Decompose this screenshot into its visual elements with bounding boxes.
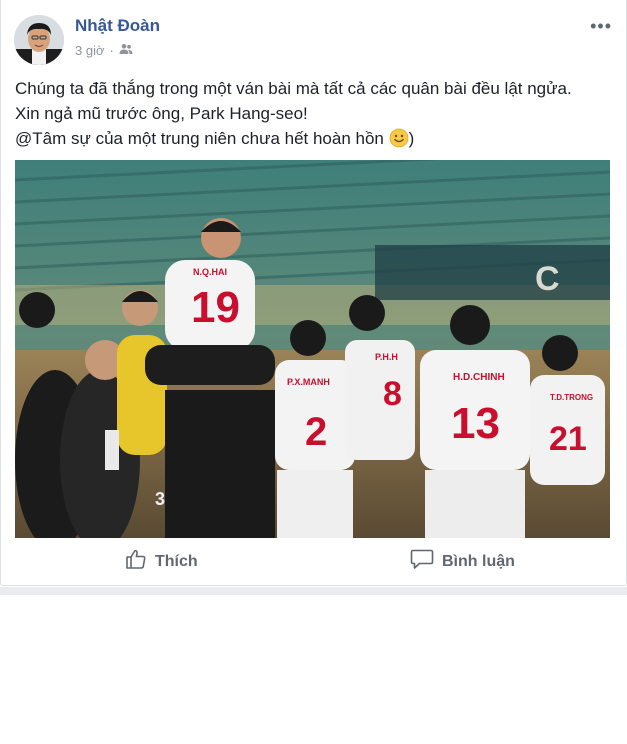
smile-emoji-icon: [389, 128, 409, 155]
post-card: Nhật Đoàn 3 giờ · ••• Chúng ta đã thắng …: [0, 0, 627, 586]
avatar[interactable]: [14, 15, 64, 65]
friends-icon[interactable]: [119, 43, 133, 58]
meta-separator: ·: [109, 43, 114, 58]
post-line: Xin ngả mũ trước ông, Park Hang-seo!: [15, 104, 308, 123]
post-mention[interactable]: @Tâm sự của một trung niên chưa hết hoàn…: [15, 129, 389, 148]
comment-bubble-icon: [410, 548, 434, 575]
jersey-name: H.D.CHINH: [453, 372, 505, 383]
stadium-letter: C: [535, 260, 560, 298]
jersey-number: 19: [191, 283, 240, 332]
comment-label: Bình luận: [442, 552, 515, 570]
jersey-number: 13: [451, 399, 500, 448]
comment-button[interactable]: Bình luận: [410, 548, 515, 575]
jersey-name: P.X.MANH: [287, 377, 330, 387]
post-line-end: ): [408, 129, 415, 148]
post-photo[interactable]: C N.Q.HAI 19 3 P.X.MANH 2 P.H.H 8 H.D.CH…: [15, 160, 610, 538]
post-message: Chúng ta đã thắng trong một ván bài mà t…: [15, 76, 615, 155]
jersey-name: N.Q.HAI: [193, 267, 227, 277]
jersey-number: 8: [383, 375, 402, 413]
post-actions: Thích Bình luận: [1, 540, 626, 584]
jersey-name: P.H.H: [375, 352, 398, 362]
post-time[interactable]: 3 giờ: [75, 43, 105, 58]
more-options-icon[interactable]: •••: [590, 16, 612, 37]
feed-divider: [0, 587, 627, 595]
jersey-number: 2: [305, 410, 327, 454]
author-name[interactable]: Nhật Đoàn: [75, 16, 160, 36]
like-button[interactable]: Thích: [125, 548, 198, 575]
post-line: @Tâm sự của một trung niên chưa hết hoàn…: [15, 126, 615, 155]
post-meta: 3 giờ ·: [75, 43, 133, 58]
thumbs-up-icon: [125, 548, 147, 575]
shorts-number: 3: [155, 489, 165, 509]
post-line: Chúng ta đã thắng trong một ván bài mà t…: [15, 79, 572, 98]
jersey-name: T.D.TRONG: [550, 393, 593, 402]
like-label: Thích: [155, 552, 198, 570]
jersey-number: 21: [549, 420, 587, 458]
